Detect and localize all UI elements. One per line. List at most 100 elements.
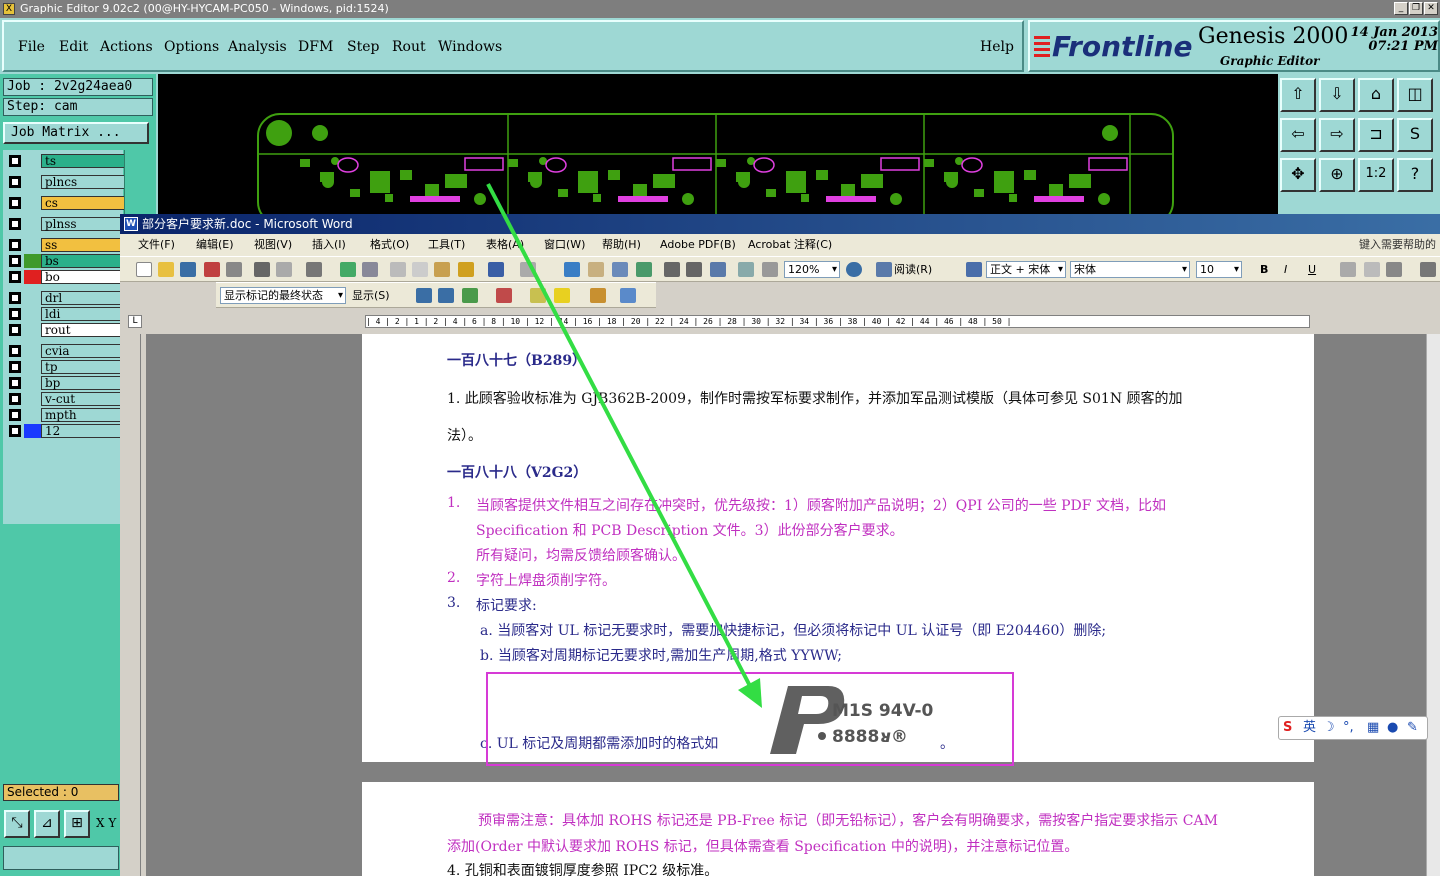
layer-checkbox[interactable] (9, 218, 21, 230)
layer-row-drl[interactable]: drl (7, 291, 125, 305)
read-mode-label[interactable]: 阅读(R) (894, 262, 932, 277)
word-menu-acrobat[interactable]: Acrobat 注释(C) (748, 234, 832, 256)
pan-right-icon[interactable]: ⇨ (1319, 118, 1355, 152)
scale-one-to-two-icon[interactable]: 1:2 (1358, 158, 1394, 192)
layer-row-plncs[interactable]: plncs (7, 175, 125, 189)
email-icon[interactable] (226, 262, 242, 277)
pcb-graphic-canvas[interactable] (158, 74, 1278, 214)
layer-row-12[interactable]: 12 (7, 424, 125, 438)
new-doc-icon[interactable] (136, 262, 152, 277)
layer-checkbox[interactable] (9, 377, 21, 389)
zoom-combo[interactable]: 120% (784, 261, 840, 278)
layer-row-mpth[interactable]: mpth (7, 408, 125, 422)
help-icon[interactable] (846, 262, 862, 277)
layer-row-cvia[interactable]: cvia (7, 344, 125, 358)
insert-table-icon[interactable] (612, 262, 628, 277)
horizontal-ruler[interactable]: | 4 | 2 | 1 | 2 | 4 | 6 | 8 | 10 | 12 | … (365, 315, 1310, 328)
layer-checkbox[interactable] (9, 361, 21, 373)
open-icon[interactable] (158, 262, 174, 277)
layer-row-bo[interactable]: bo (7, 270, 125, 284)
word-menu-format[interactable]: 格式(O) (370, 234, 409, 256)
cut-icon[interactable] (390, 262, 406, 277)
show-hide-icon[interactable] (738, 262, 754, 277)
print-preview-icon[interactable] (276, 262, 292, 277)
bold-button[interactable]: B (1260, 262, 1268, 277)
traditional-chinese-icon[interactable] (306, 262, 322, 277)
menu-windows[interactable]: Windows (438, 39, 502, 55)
wrench-icon[interactable]: ✎ (1407, 717, 1418, 739)
layer-checkbox[interactable] (9, 393, 21, 405)
word-menu-edit[interactable]: 编辑(E) (196, 234, 234, 256)
highlight-icon[interactable] (554, 288, 570, 303)
layer-checkbox[interactable] (9, 409, 21, 421)
layer-row-cs[interactable]: cs (7, 196, 125, 210)
layer-row-ss[interactable]: ss (7, 238, 125, 252)
layer-row-ldi[interactable]: ldi (7, 307, 125, 321)
layer-checkbox[interactable] (9, 324, 21, 336)
print-icon[interactable] (254, 262, 270, 277)
save-icon[interactable] (180, 262, 196, 277)
insert-excel-icon[interactable] (636, 262, 652, 277)
word-menu-insert[interactable]: 插入(I) (312, 234, 346, 256)
tab-selector[interactable]: L (128, 315, 142, 328)
page-up-icon[interactable]: ⇧ (1280, 78, 1316, 112)
menu-help[interactable]: Help (980, 39, 1014, 55)
word-menu-table[interactable]: 表格(A) (486, 234, 524, 256)
ime-language-toggle[interactable]: 英 (1303, 717, 1316, 739)
char-border-icon[interactable] (1340, 262, 1356, 277)
accept-change-icon[interactable] (462, 288, 478, 303)
split-view-icon[interactable]: ◫ (1397, 78, 1433, 112)
word-menu-tools[interactable]: 工具(T) (428, 234, 465, 256)
menu-dfm[interactable]: DFM (298, 39, 333, 55)
menu-analysis[interactable]: Analysis (228, 39, 287, 55)
tables-borders-icon[interactable] (588, 262, 604, 277)
pan-left-icon[interactable]: ⇦ (1280, 118, 1316, 152)
font-combo[interactable]: 宋体 (1070, 261, 1190, 278)
word-menu-view[interactable]: 视图(V) (254, 234, 292, 256)
reviewing-pane-icon[interactable] (620, 288, 636, 303)
layer-checkbox[interactable] (9, 239, 21, 251)
swap-icon[interactable]: S (1397, 118, 1433, 152)
char-scale-icon[interactable] (1386, 262, 1402, 277)
close-button[interactable]: ✕ (1424, 2, 1438, 15)
layer-row-bp[interactable]: bp (7, 376, 125, 390)
layer-row-plnss[interactable]: plnss (7, 217, 125, 231)
menu-step[interactable]: Step (347, 39, 379, 55)
align-icon[interactable] (1420, 262, 1436, 277)
layer-row-v-cut[interactable]: v-cut (7, 392, 125, 406)
next-change-icon[interactable] (438, 288, 454, 303)
char-shading-icon[interactable] (1364, 262, 1380, 277)
document-page[interactable]: 一百八十七（B289） 1. 此顾客验收标准为 GJB362B-2009，制作时… (362, 334, 1314, 766)
redo-icon[interactable] (520, 262, 536, 277)
research-icon[interactable] (362, 262, 378, 277)
layer-checkbox[interactable] (9, 255, 21, 267)
keyboard-icon[interactable]: ▦ (1367, 717, 1379, 739)
restore-button[interactable]: ❐ (1409, 2, 1423, 15)
word-menu-adobe-pdf[interactable]: Adobe PDF(B) (660, 234, 736, 256)
columns-icon[interactable] (664, 262, 680, 277)
drawing-icon[interactable] (686, 262, 702, 277)
read-mode-icon[interactable] (876, 262, 892, 277)
underline-button[interactable]: U (1308, 262, 1316, 277)
word-menu-file[interactable]: 文件(F) (138, 234, 175, 256)
permission-icon[interactable] (204, 262, 220, 277)
measure-icon[interactable]: ⊿ (34, 810, 60, 838)
review-state-combo[interactable]: 显示标记的最终状态 (220, 287, 346, 304)
vertical-scrollbar[interactable] (1426, 334, 1440, 876)
undo-icon[interactable] (488, 262, 504, 277)
paste-icon[interactable] (434, 262, 450, 277)
show-menu[interactable]: 显示(S) (352, 288, 390, 303)
home-icon[interactable]: ⌂ (1358, 78, 1394, 112)
menu-file[interactable]: File (18, 39, 45, 55)
layer-checkbox[interactable] (9, 425, 21, 437)
format-painter-icon[interactable] (458, 262, 474, 277)
ime-toolbar[interactable]: S 英 ☽ °, ▦ ● ✎ (1278, 716, 1428, 740)
job-matrix-button[interactable]: Job Matrix ... (3, 122, 149, 144)
spelling-icon[interactable] (340, 262, 356, 277)
word-menu-help[interactable]: 帮助(H) (602, 234, 641, 256)
moon-icon[interactable]: ☽ (1323, 717, 1335, 739)
minimize-button[interactable]: _ (1394, 2, 1408, 15)
document-area[interactable]: 一百八十七（B289） 1. 此顾客验收标准为 GJB362B-2009，制作时… (146, 334, 1440, 876)
sogou-icon[interactable]: S (1283, 717, 1292, 739)
fit-screen-icon[interactable]: ✥ (1280, 158, 1316, 192)
